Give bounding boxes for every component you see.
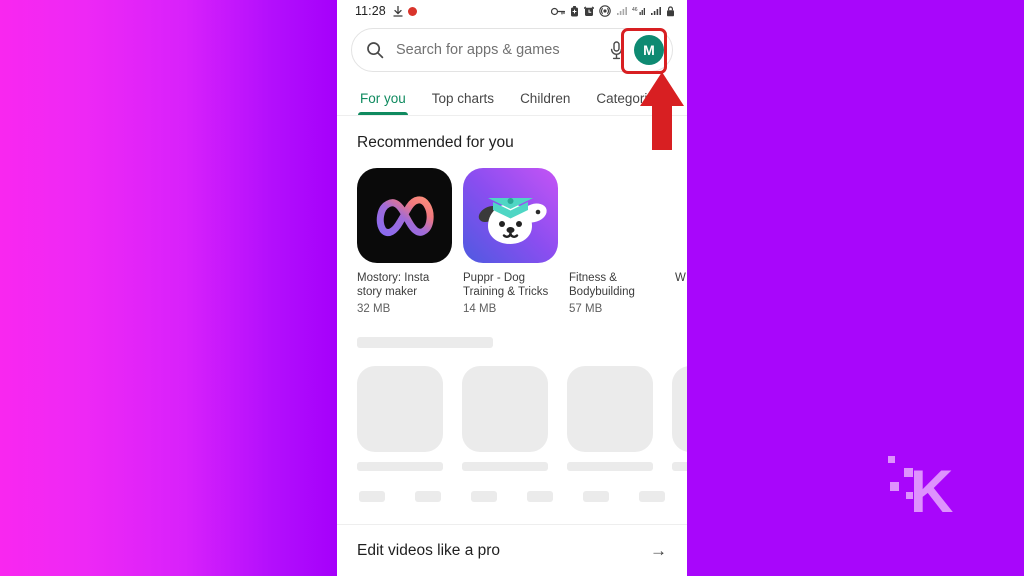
fitness-app-icon[interactable]	[569, 168, 664, 263]
skeleton-chip	[359, 491, 385, 502]
skeleton-card-item	[672, 366, 687, 471]
skeleton-line	[357, 462, 443, 471]
recommended-title: Recommended for you	[357, 134, 514, 151]
skeleton-chip	[471, 491, 497, 502]
watermark-square-icon	[890, 482, 899, 491]
battery-saver-icon	[570, 5, 579, 17]
status-bar-left-icons	[393, 5, 417, 17]
skeleton-title-placeholder	[357, 337, 493, 348]
skeleton-line	[462, 462, 548, 471]
mobile-data-icon: 46	[632, 6, 645, 16]
phone-screenshot: 11:28 46 Search for apps & games M For y…	[337, 0, 687, 576]
edit-videos-title: Edit videos like a pro	[357, 541, 501, 559]
puppr-app-icon[interactable]	[463, 168, 558, 263]
skeleton-line	[672, 462, 687, 471]
status-bar: 11:28 46	[337, 0, 687, 22]
background-left-gradient	[0, 0, 337, 576]
status-bar-clock: 11:28	[355, 4, 386, 18]
annotation-arrow-icon	[640, 72, 684, 150]
skeleton-card-row	[357, 366, 687, 471]
edit-videos-arrow-icon[interactable]: →	[650, 542, 667, 559]
edit-videos-section[interactable]: Edit videos like a pro →	[337, 524, 687, 576]
app-name: Mostory: Insta story maker	[357, 272, 430, 298]
signal-bar-icon	[616, 6, 627, 16]
skeleton-card-item	[462, 366, 548, 471]
tab-for-you[interactable]: For you	[347, 91, 419, 115]
app-name: W Gy Ea	[675, 272, 687, 284]
skeleton-chip	[527, 491, 553, 502]
alarm-icon	[584, 6, 594, 17]
app-card[interactable]: Mostory: Insta story maker 32 MB	[357, 168, 452, 315]
search-input[interactable]	[384, 42, 609, 58]
mostory-app-icon[interactable]	[357, 168, 452, 263]
tab-top-charts[interactable]: Top charts	[419, 91, 507, 115]
app-size: 14 MB	[463, 303, 497, 315]
tab-children[interactable]: Children	[507, 91, 583, 115]
record-dot-icon	[407, 6, 417, 16]
skeleton-card-item	[357, 366, 443, 471]
skeleton-line	[567, 462, 653, 471]
lock-icon	[666, 5, 675, 17]
app-size: 57 MB	[569, 303, 603, 315]
download-icon	[393, 5, 403, 17]
skeleton-chip	[639, 491, 665, 502]
skeleton-chip	[583, 491, 609, 502]
skeleton-card	[567, 366, 653, 452]
skeleton-card	[672, 366, 687, 452]
skeleton-card-item	[567, 366, 653, 471]
skeleton-chip-row	[357, 491, 687, 502]
recommended-app-row: Mostory: Insta story maker 32 MB Puppr -…	[337, 156, 687, 315]
app-size: 32 MB	[357, 303, 391, 315]
loading-skeleton-section	[337, 315, 687, 502]
knowtechie-watermark: K	[884, 446, 964, 526]
watermark-letter: K	[910, 458, 954, 525]
signal-bar-icon	[650, 6, 661, 16]
app-name: Puppr - Dog Training & Tricks	[463, 272, 549, 298]
vpn-key-icon	[551, 7, 565, 16]
skeleton-chip	[415, 491, 441, 502]
app-card[interactable]: W Gy Ea	[675, 168, 687, 315]
fourth-app-icon[interactable]	[675, 168, 687, 263]
skeleton-card	[357, 366, 443, 452]
app-card[interactable]: Puppr - Dog Training & Tricks 14 MB	[463, 168, 558, 315]
hotspot-icon	[599, 5, 611, 17]
app-card[interactable]: Fitness & Bodybuilding 57 MB	[569, 168, 664, 315]
skeleton-card	[462, 366, 548, 452]
annotation-highlight-box	[621, 28, 667, 74]
app-name: Fitness & Bodybuilding	[569, 272, 635, 298]
status-bar-right-icons: 46	[551, 5, 675, 17]
background-right-solid	[687, 0, 1024, 576]
svg-text:46: 46	[632, 7, 638, 13]
watermark-square-icon	[888, 456, 895, 463]
search-icon	[366, 41, 384, 59]
